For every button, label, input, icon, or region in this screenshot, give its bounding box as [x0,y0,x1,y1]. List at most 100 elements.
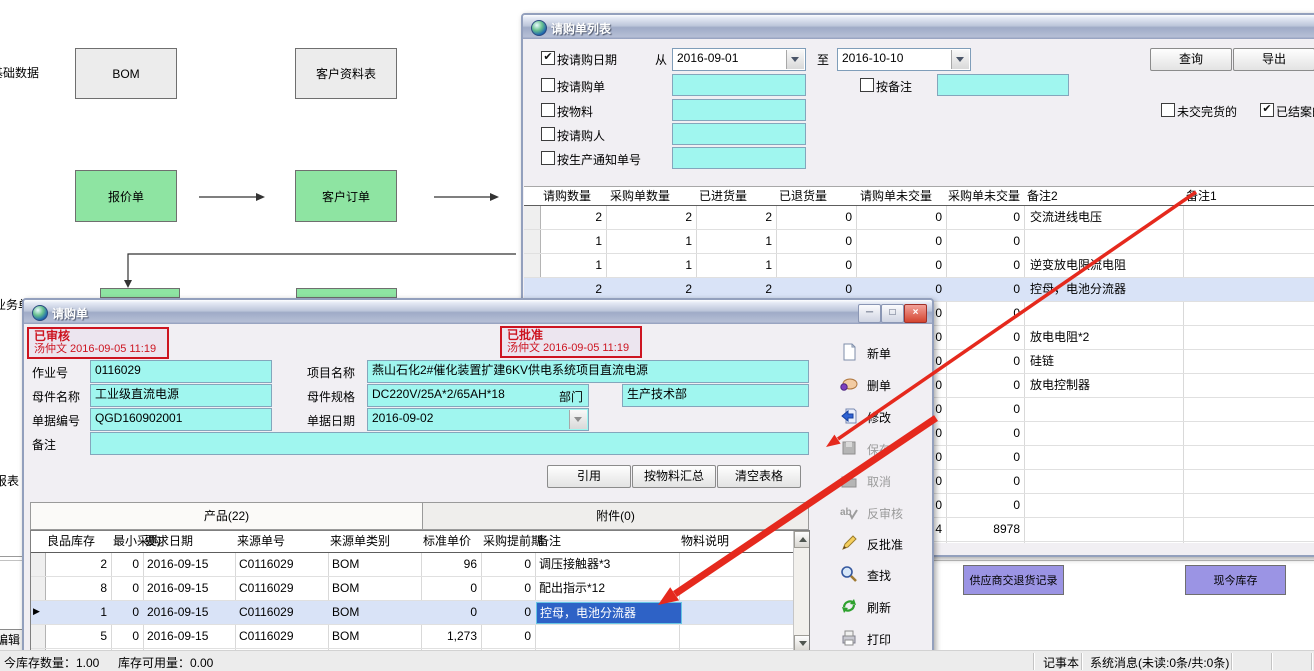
job-field[interactable]: 0116029 [90,360,272,383]
column-header[interactable]: 良品库存 [47,531,95,552]
filter-material-input[interactable] [672,99,806,121]
close-button[interactable]: × [904,304,927,323]
job-label: 作业号 [32,364,68,381]
date-from-combobox[interactable]: 2016-09-01 [672,48,806,71]
dept-field[interactable]: 生产技术部 [622,384,809,407]
cite-button[interactable]: 引用 [547,465,631,488]
selected-cell[interactable]: 控母，电池分流器 [536,602,682,624]
flow-box-bom[interactable]: BOM [75,48,177,99]
tab-product[interactable]: 产品(22) [30,502,423,530]
sum-by-material-button[interactable]: 按物料汇总 [632,465,716,488]
filter-by-date-checkbox[interactable]: ✔ [541,51,555,65]
flow-box-partial-right[interactable] [296,288,397,298]
search-icon [840,565,858,583]
lane-label-base-data: 基础数据 [0,64,39,81]
flow-box-quote[interactable]: 报价单 [75,170,177,222]
project-field[interactable]: 燕山石化2#催化装置扩建6KV供电系统项目直流电源 [367,360,809,383]
table-row[interactable]: 802016-09-15C0116029BOM00配出指示*12 [31,577,809,601]
closed-label: 已结案的 [1276,103,1314,120]
to-label: 至 [817,51,829,68]
column-header[interactable]: 物料说明 [681,531,729,552]
chevron-down-icon[interactable] [951,50,969,69]
undelivered-checkbox[interactable] [1161,103,1175,117]
column-header[interactable]: 采购提前期 [483,531,543,552]
filter-notice-input[interactable] [672,147,806,169]
flow-box-customer-order[interactable]: 客户订单 [295,170,397,222]
table-row[interactable]: 202016-09-15C0116029BOM960调压接触器*3 [31,553,809,577]
column-header[interactable]: 备注1 [1186,187,1217,204]
modify-button[interactable]: 修改 [840,406,932,428]
parent-name-field[interactable]: 工业级直流电源 [90,384,272,407]
search-button[interactable]: 查找 [840,564,932,586]
column-header[interactable]: 已进货量 [699,187,747,204]
svg-text:ab: ab [840,507,852,518]
table-row[interactable]: 222000交流进线电压 [524,206,1314,230]
column-header[interactable]: 来源单号 [237,531,285,552]
clear-table-button[interactable]: 清空表格 [717,465,801,488]
closed-checkbox[interactable]: ✔ [1260,103,1274,117]
unapprove-button[interactable]: 反批准 [840,533,932,555]
filter-by-req-checkbox[interactable] [541,78,555,92]
flow-box-current-stock[interactable]: 现今库存 [1185,565,1286,595]
detail-window-title: 请购单 [52,305,88,322]
column-header[interactable]: 标准单价 [423,531,471,552]
list-table-header: 请购数量 采购单数量 已进货量 已退货量 请购单未交量 采购单未交量 备注2 备… [524,187,1314,206]
audited-stamp: 已审核 汤仲文 2016-09-05 11:19 [27,327,169,359]
export-button[interactable]: 导出 [1233,48,1314,71]
table-row-selected[interactable]: ▶102016-09-15C0116029BOM00控母，电池分流器 [31,601,809,625]
column-header[interactable]: 采购单数量 [610,187,670,204]
column-header[interactable]: 备注2 [1027,187,1058,204]
parent-spec-field[interactable]: DC220V/25A*2/65AH*18 [367,384,589,407]
flow-box-customer-info[interactable]: 客户资料表 [295,48,397,99]
scroll-up-icon[interactable] [794,531,810,548]
app-globe-icon [531,20,547,36]
system-message-status-item[interactable]: 系统消息(未读:0条/共:0条) [1090,654,1229,671]
filter-by-requester-checkbox[interactable] [541,127,555,141]
filter-req-input[interactable] [672,74,806,96]
print-button[interactable]: 打印 [840,628,932,650]
minimize-button[interactable]: ─ [858,304,881,323]
undelivered-label: 未交完货的 [1177,103,1237,120]
filter-by-req-label: 按请购单 [557,78,605,95]
table-row[interactable]: 111000逆变放电限流电阻 [524,254,1314,278]
list-window-titlebar[interactable]: 请购单列表 [523,15,1314,39]
product-table[interactable]: 良品库存 最小采购 要求日期 来源单号 来源单类别 标准单价 采购提前期 备注 … [30,530,810,652]
parent-spec-label: 母件规格 [307,388,355,405]
flow-box-supplier-returns[interactable]: 供应商交退货记录 [963,565,1064,595]
notepad-status-item[interactable]: 记事本 [1043,654,1079,671]
column-header[interactable]: 采购单未交量 [948,187,1020,204]
filter-remark-input[interactable] [937,74,1069,96]
filter-by-remark-checkbox[interactable] [860,78,874,92]
printer-icon [840,629,858,647]
delete-doc-button[interactable]: 删单 [840,374,932,396]
date-to-combobox[interactable]: 2016-10-10 [837,48,971,71]
remark-field[interactable] [90,432,809,455]
vertical-scrollbar[interactable] [793,531,810,651]
parent-name-label: 母件名称 [32,388,80,405]
modify-icon [840,407,858,425]
desktop: 基础数据 业务单据 报表 编辑 BOM 客户资料表 报价单 客户订单 供应商交退… [0,0,1314,671]
flow-box-partial-left[interactable] [100,288,180,298]
from-label: 从 [655,51,667,68]
refresh-button[interactable]: 刷新 [840,596,932,618]
table-row[interactable]: 502016-09-15C0116029BOM1,2730 [31,625,809,649]
column-header[interactable]: 请购数量 [543,187,591,204]
column-header[interactable]: 请购单未交量 [860,187,932,204]
maximize-button[interactable]: □ [881,304,904,323]
filter-by-material-checkbox[interactable] [541,103,555,117]
column-header[interactable]: 备注 [537,531,561,552]
lane-label-report: 报表 [0,472,19,489]
new-doc-button[interactable]: 新单 [840,342,932,364]
column-header[interactable]: 要求日期 [145,531,193,552]
doc-no-field[interactable]: QGD160902001 [90,408,272,431]
column-header[interactable]: 已退货量 [779,187,827,204]
tab-attachment[interactable]: 附件(0) [422,502,809,530]
table-row[interactable]: 111000 [524,230,1314,254]
query-button[interactable]: 查询 [1150,48,1232,71]
column-header[interactable]: 来源单类别 [330,531,390,552]
filter-by-notice-checkbox[interactable] [541,151,555,165]
chevron-down-icon[interactable] [786,50,804,69]
doc-date-combobox[interactable]: 2016-09-02 [367,408,589,431]
filter-requester-input[interactable] [672,123,806,145]
detail-window-titlebar[interactable]: 请购单 ─ □ × [24,300,932,324]
